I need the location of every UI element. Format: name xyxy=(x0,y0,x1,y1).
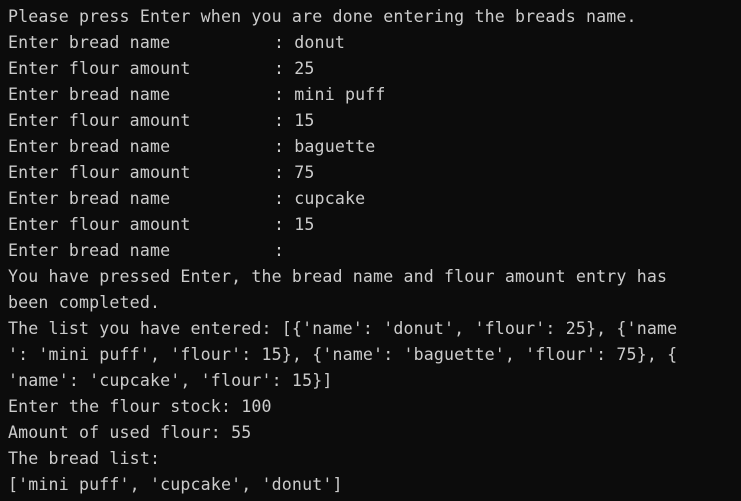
entry-line: Enter flour amount : 25 xyxy=(8,56,741,82)
entry-label: Enter flour amount xyxy=(8,163,191,182)
entry-line: Enter flour amount : 75 xyxy=(8,160,741,186)
entry-value: : mini puff xyxy=(274,85,386,104)
entry-label: Enter bread name xyxy=(8,189,171,208)
entry-value: : 75 xyxy=(274,163,315,182)
terminal-output[interactable]: ... Please press Enter when you are done… xyxy=(0,0,741,501)
entered-list-line: The list you have entered: [{'name': 'do… xyxy=(8,319,678,338)
entry-line: Enter bread name : donut xyxy=(8,30,741,56)
entry-label: Enter flour amount xyxy=(8,215,191,234)
entered-list-line: 'name': 'cupcake', 'flour': 15}] xyxy=(8,371,333,390)
prompt-intro-line: Please press Enter when you are done ent… xyxy=(8,7,637,26)
entry-label: Enter flour amount xyxy=(8,111,191,130)
entry-line: Enter bread name : cupcake xyxy=(8,186,741,212)
bread-list-heading: The bread list: xyxy=(8,449,161,468)
entry-value: : cupcake xyxy=(274,189,366,208)
entry-value: : 25 xyxy=(274,59,315,78)
entry-line: Enter flour amount : 15 xyxy=(8,212,741,238)
entry-line: Enter flour amount : 15 xyxy=(8,108,741,134)
entry-value: : donut xyxy=(274,33,345,52)
entry-label: Enter flour amount xyxy=(8,59,191,78)
entry-value: : 15 xyxy=(274,215,315,234)
entry-line: Enter bread name : baguette xyxy=(8,134,741,160)
entry-line: Enter bread name : mini puff xyxy=(8,82,741,108)
entry-value: : baguette xyxy=(274,137,376,156)
entry-line: Enter bread name: xyxy=(8,238,741,264)
entry-label: Enter bread name xyxy=(8,241,171,260)
completion-line: been completed. xyxy=(8,293,161,312)
flour-stock-line: Enter the flour stock: 100 xyxy=(8,397,272,416)
used-flour-line: Amount of used flour: 55 xyxy=(8,423,252,442)
bread-list-value: ['mini puff', 'cupcake', 'donut'] xyxy=(8,475,343,494)
entry-label: Enter bread name xyxy=(8,85,171,104)
entry-value: : 15 xyxy=(274,111,315,130)
entered-list-line: ': 'mini puff', 'flour': 15}, {'name': '… xyxy=(8,345,678,364)
entry-label: Enter bread name xyxy=(8,33,171,52)
entry-label: Enter bread name xyxy=(8,137,171,156)
cutoff-previous-line: ... xyxy=(8,0,741,4)
completion-line: You have pressed Enter, the bread name a… xyxy=(8,267,668,286)
entry-value: : xyxy=(274,241,285,260)
